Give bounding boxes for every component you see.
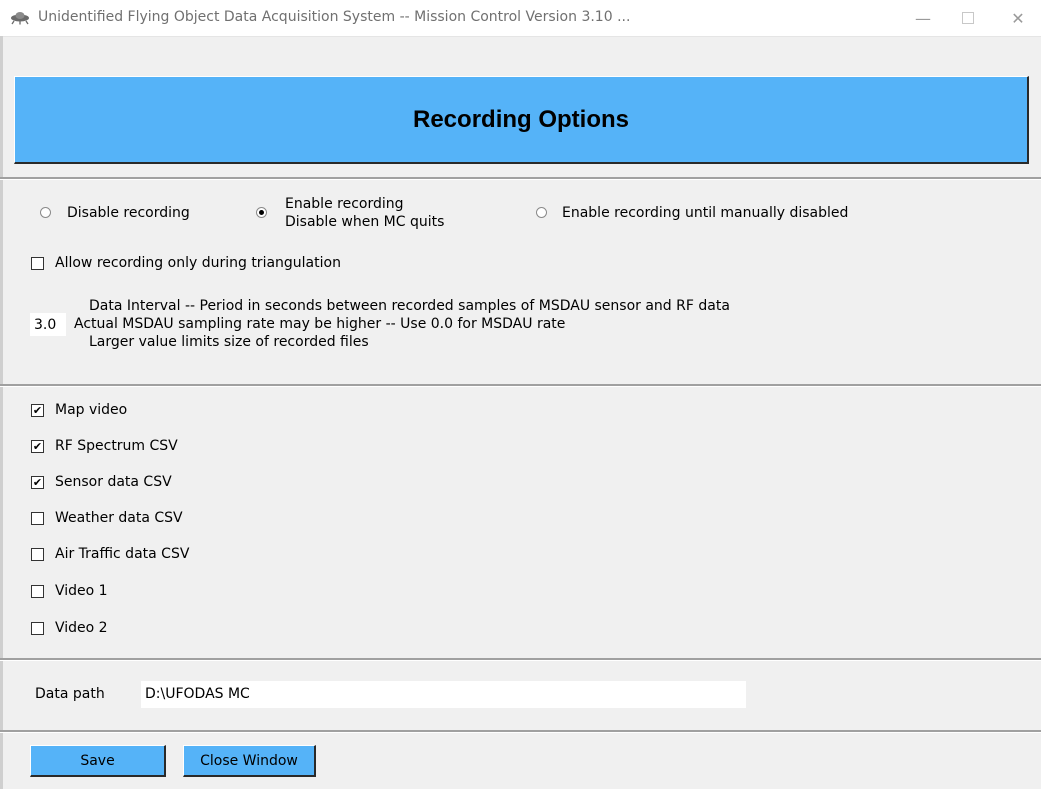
radio-enable-until-quit-sublabel[interactable]: Disable when MC quits xyxy=(285,214,444,231)
rf-spectrum-csv-label[interactable]: RF Spectrum CSV xyxy=(55,438,178,455)
maximize-icon xyxy=(962,12,974,24)
radio-enable-until-quit[interactable] xyxy=(256,207,267,218)
close-window-x-button[interactable]: ✕ xyxy=(995,0,1041,36)
minimize-button[interactable]: — xyxy=(900,0,946,36)
sensor-data-csv-label[interactable]: Sensor data CSV xyxy=(55,474,172,491)
radio-disable-recording[interactable] xyxy=(40,207,51,218)
minimize-icon: — xyxy=(915,8,931,28)
window-title: Unidentified Flying Object Data Acquisit… xyxy=(38,9,631,25)
data-interval-input[interactable] xyxy=(30,313,66,336)
video-2-checkbox[interactable] xyxy=(31,622,44,635)
divider xyxy=(0,384,1041,387)
window-left-edge xyxy=(0,36,3,789)
maximize-button[interactable] xyxy=(945,0,991,36)
close-icon: ✕ xyxy=(1011,8,1025,28)
radio-disable-recording-label[interactable]: Disable recording xyxy=(67,205,190,222)
air-traffic-data-csv-checkbox[interactable] xyxy=(31,548,44,561)
title-bar: Unidentified Flying Object Data Acquisit… xyxy=(0,0,1041,37)
video-1-checkbox[interactable] xyxy=(31,585,44,598)
weather-data-csv-checkbox[interactable] xyxy=(31,512,44,525)
divider xyxy=(0,177,1041,180)
triangulation-only-checkbox[interactable] xyxy=(31,257,44,270)
triangulation-only-label[interactable]: Allow recording only during triangulatio… xyxy=(55,255,341,272)
header-banner: Recording Options xyxy=(14,76,1029,164)
weather-data-csv-label[interactable]: Weather data CSV xyxy=(55,510,183,527)
map-video-checkbox[interactable]: ✔ xyxy=(31,404,44,417)
close-window-button-label: Close Window xyxy=(200,752,298,769)
save-button-label: Save xyxy=(80,752,115,769)
data-interval-description-line-2: Actual MSDAU sampling rate may be higher… xyxy=(74,316,566,332)
radio-enable-until-disabled[interactable] xyxy=(536,207,547,218)
close-window-button[interactable]: Close Window xyxy=(183,745,316,777)
radio-enable-until-disabled-label[interactable]: Enable recording until manually disabled xyxy=(562,205,848,222)
save-button[interactable]: Save xyxy=(30,745,166,777)
divider xyxy=(0,730,1041,733)
video-1-label[interactable]: Video 1 xyxy=(55,583,108,600)
divider xyxy=(0,658,1041,661)
sensor-data-csv-checkbox[interactable]: ✔ xyxy=(31,476,44,489)
page-title: Recording Options xyxy=(413,105,629,133)
data-interval-description-line-1: Data Interval -- Period in seconds betwe… xyxy=(89,298,730,314)
data-path-input[interactable] xyxy=(141,681,746,708)
data-interval-description-line-3: Larger value limits size of recorded fil… xyxy=(89,334,369,350)
rf-spectrum-csv-checkbox[interactable]: ✔ xyxy=(31,440,44,453)
radio-enable-until-quit-label[interactable]: Enable recording xyxy=(285,196,404,213)
air-traffic-data-csv-label[interactable]: Air Traffic data CSV xyxy=(55,546,189,563)
ufo-icon xyxy=(11,12,29,25)
video-2-label[interactable]: Video 2 xyxy=(55,620,108,637)
map-video-label[interactable]: Map video xyxy=(55,402,127,419)
data-path-label: Data path xyxy=(35,686,105,702)
